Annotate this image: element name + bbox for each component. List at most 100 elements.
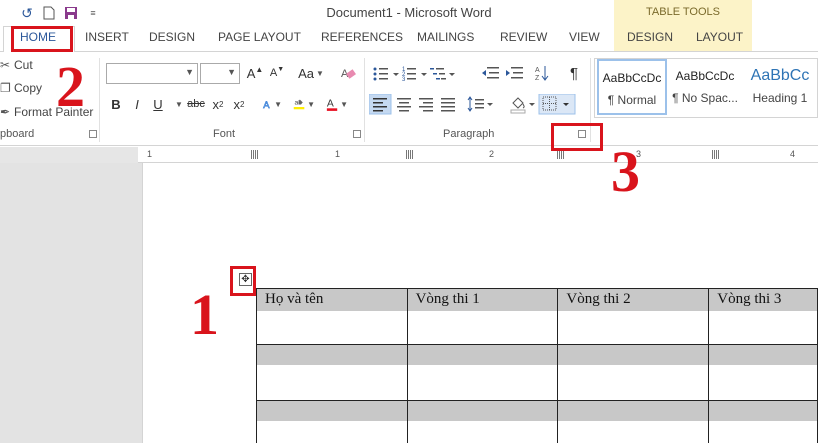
bold-button[interactable]: B bbox=[108, 94, 124, 114]
table-cell[interactable] bbox=[557, 344, 710, 401]
shrink-font-button[interactable]: A ▼ bbox=[268, 63, 286, 83]
font-color-button[interactable]: A ▼ bbox=[326, 94, 348, 114]
numbering-icon[interactable]: 1 2 3 bbox=[402, 67, 427, 83]
bullets-icon[interactable] bbox=[373, 67, 400, 81]
borders-button[interactable] bbox=[538, 94, 576, 115]
clear-formatting-button[interactable]: A bbox=[338, 63, 358, 83]
column-marker[interactable] bbox=[251, 150, 259, 159]
tab-table-layout[interactable]: LAYOUT bbox=[696, 30, 743, 44]
tab-page-layout[interactable]: PAGE LAYOUT bbox=[218, 30, 301, 44]
tab-table-design[interactable]: DESIGN bbox=[627, 30, 673, 44]
table-cell[interactable]: Vòng thi 1 bbox=[406, 288, 559, 345]
superscript-mark: 2 bbox=[240, 99, 245, 109]
column-marker[interactable] bbox=[712, 150, 720, 159]
multilevel-list-icon[interactable] bbox=[430, 68, 455, 80]
tab-design[interactable]: DESIGN bbox=[149, 30, 195, 44]
style-name: Heading 1 bbox=[752, 91, 808, 105]
highlighter-icon: ab bbox=[293, 99, 305, 110]
style-name: ¶ Normal bbox=[607, 93, 657, 107]
paintbrush-icon: ✒ bbox=[0, 105, 11, 119]
table-cell[interactable] bbox=[256, 344, 408, 401]
annotation-number-1: 1 bbox=[190, 282, 219, 347]
highlight-box-home-tab bbox=[11, 26, 73, 52]
font-dialog-launcher[interactable] bbox=[353, 130, 361, 138]
table-row bbox=[256, 400, 818, 443]
scissors-icon: ✂ bbox=[0, 58, 11, 72]
change-case-button[interactable]: Aa ▼ bbox=[296, 63, 326, 83]
style-heading-1[interactable]: AaBbCc Heading 1 bbox=[744, 59, 816, 115]
cell-shading bbox=[709, 401, 817, 421]
align-center-icon[interactable] bbox=[397, 98, 411, 112]
table-cell[interactable] bbox=[708, 400, 818, 443]
font-name-combobox[interactable]: ▼ bbox=[106, 63, 198, 84]
copy-icon: ❐ bbox=[0, 81, 11, 95]
italic-button[interactable]: I bbox=[130, 94, 144, 114]
shading-icon[interactable] bbox=[510, 97, 535, 114]
table-cell[interactable] bbox=[406, 344, 559, 401]
style-no-spacing[interactable]: AaBbCcDc ¶ No Spac... bbox=[670, 59, 740, 115]
line-spacing-icon[interactable] bbox=[467, 96, 493, 112]
style-sample: AaBbCcDc bbox=[675, 69, 735, 83]
header-cell-name: Họ và tên bbox=[257, 289, 407, 311]
underline-button[interactable]: U bbox=[150, 94, 166, 114]
chevron-down-icon: ▼ bbox=[227, 67, 236, 77]
grow-font-icon: A bbox=[246, 65, 256, 81]
grow-font-button[interactable]: A ▲ bbox=[246, 63, 264, 83]
table-cell[interactable] bbox=[557, 400, 710, 443]
increase-indent-icon[interactable] bbox=[506, 67, 523, 79]
table-cell[interactable] bbox=[708, 344, 818, 401]
table-cell[interactable]: Họ và tên bbox=[256, 288, 408, 345]
svg-text:3: 3 bbox=[402, 77, 406, 83]
text-effects-button[interactable]: A ▼ bbox=[262, 94, 282, 114]
show-hide-pilcrow-button[interactable]: ¶ bbox=[566, 63, 582, 83]
header-cell-round2: Vòng thi 2 bbox=[558, 289, 709, 311]
group-divider bbox=[99, 58, 100, 142]
column-marker[interactable] bbox=[406, 150, 414, 159]
justify-icon[interactable] bbox=[441, 98, 455, 112]
style-sample: AaBbCcDc bbox=[602, 71, 662, 85]
ruler-number: 1 bbox=[335, 149, 341, 159]
column-marker[interactable] bbox=[557, 150, 565, 159]
decrease-indent-icon[interactable] bbox=[482, 67, 499, 79]
table-cell[interactable]: Vòng thi 3 bbox=[708, 288, 818, 345]
sort-icon[interactable]: AZ bbox=[535, 66, 549, 82]
style-normal[interactable]: AaBbCcDc ¶ Normal bbox=[597, 59, 667, 115]
font-size-combobox[interactable]: ▼ bbox=[200, 63, 240, 84]
eraser-icon: A bbox=[341, 68, 356, 80]
align-right-icon[interactable] bbox=[419, 98, 433, 112]
superscript-button[interactable]: x2 bbox=[232, 94, 246, 114]
copy-button[interactable]: ❐ Copy bbox=[0, 81, 42, 95]
tab-references[interactable]: REFERENCES bbox=[321, 30, 403, 44]
clipboard-dialog-launcher[interactable] bbox=[89, 130, 97, 138]
tab-mailings[interactable]: MAILINGS bbox=[417, 30, 474, 44]
chevron-down-icon[interactable]: ▼ bbox=[175, 100, 183, 109]
svg-text:A: A bbox=[327, 99, 334, 110]
clipboard-group-label: pboard bbox=[0, 128, 35, 140]
style-name: ¶ No Spac... bbox=[672, 91, 738, 105]
tab-insert[interactable]: INSERT bbox=[85, 30, 129, 44]
horizontal-ruler[interactable]: 1 1 2 3 4 bbox=[138, 147, 818, 163]
subscript-mark: 2 bbox=[219, 99, 224, 109]
table-cell[interactable] bbox=[406, 400, 559, 443]
tab-review[interactable]: REVIEW bbox=[500, 30, 547, 44]
cut-button[interactable]: ✂ Cut bbox=[0, 58, 33, 72]
group-divider bbox=[364, 58, 365, 142]
annotation-number-2: 2 bbox=[56, 54, 85, 119]
tab-view[interactable]: VIEW bbox=[569, 30, 600, 44]
table-cell[interactable] bbox=[256, 400, 408, 443]
strikethrough-button[interactable]: abc bbox=[186, 94, 206, 114]
cell-shading bbox=[257, 401, 407, 421]
document-table[interactable]: Họ và tên Vòng thi 1 Vòng thi 2 Vòng thi… bbox=[256, 288, 818, 443]
paragraph-group-label: Paragraph bbox=[443, 128, 495, 140]
highlight-box-table-handle bbox=[230, 266, 256, 296]
svg-text:Z: Z bbox=[535, 75, 540, 82]
svg-text:A: A bbox=[535, 67, 540, 74]
table-cell[interactable]: Vòng thi 2 bbox=[557, 288, 710, 345]
highlight-button[interactable]: ab ▼ bbox=[293, 94, 315, 114]
table-row bbox=[256, 344, 818, 401]
ruler-number: 2 bbox=[489, 149, 495, 159]
subscript-button[interactable]: x2 bbox=[211, 94, 225, 114]
ruler-number: 4 bbox=[790, 149, 796, 159]
header-cell-round1: Vòng thi 1 bbox=[407, 289, 558, 311]
paragraph-row-2 bbox=[369, 94, 576, 115]
